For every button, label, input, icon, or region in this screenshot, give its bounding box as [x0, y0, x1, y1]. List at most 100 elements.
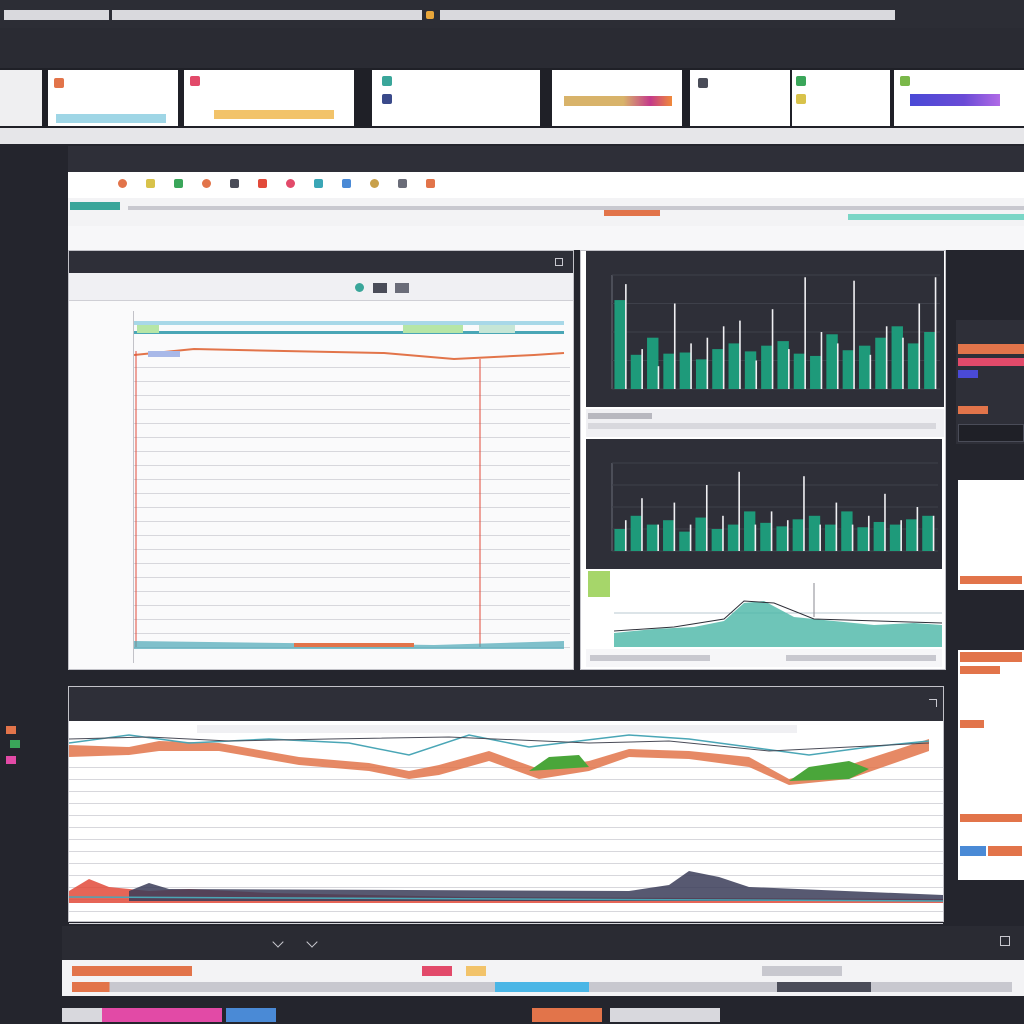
expand-icon[interactable] — [929, 699, 937, 707]
menu-item[interactable] — [310, 50, 400, 59]
property-chip[interactable] — [988, 846, 1022, 856]
table-icon[interactable] — [230, 179, 239, 188]
ribbon-group-label — [720, 78, 780, 87]
row-label — [73, 558, 131, 567]
menu-item[interactable] — [820, 50, 910, 59]
property-chip[interactable] — [958, 358, 1024, 366]
font-color-icon[interactable] — [190, 76, 200, 86]
footer-row — [62, 960, 1024, 996]
chart-icon[interactable] — [426, 179, 435, 188]
menu-item[interactable] — [208, 34, 298, 43]
left-sidebar — [0, 144, 62, 1024]
insert-icon[interactable] — [698, 78, 708, 88]
status-chip[interactable] — [102, 1008, 222, 1022]
menu-item[interactable] — [820, 34, 910, 43]
chevron-down-icon[interactable] — [272, 936, 284, 948]
scroll-strip[interactable] — [588, 423, 936, 429]
menu-item[interactable] — [718, 50, 808, 59]
status-chip[interactable] — [226, 1008, 276, 1022]
bar — [679, 531, 691, 551]
ribbon-group-6 — [690, 70, 790, 126]
collapse-icon[interactable] — [555, 258, 563, 266]
property-chip[interactable] — [958, 370, 978, 378]
chevron-down-icon[interactable] — [306, 936, 318, 948]
row-label — [73, 326, 131, 335]
bar — [695, 517, 707, 551]
property-chip[interactable] — [958, 406, 988, 414]
color-icon[interactable] — [174, 179, 183, 188]
bar — [841, 511, 853, 551]
menu-item[interactable] — [208, 50, 298, 59]
menu-item[interactable] — [718, 34, 808, 43]
formula-input[interactable] — [128, 206, 1024, 210]
property-chip[interactable] — [960, 720, 984, 728]
menu-item[interactable] — [106, 34, 196, 43]
menu-item[interactable] — [412, 50, 502, 59]
format-icon[interactable] — [382, 76, 392, 86]
status-chip[interactable] — [610, 1008, 720, 1022]
menu-item[interactable] — [4, 50, 94, 59]
format-toolbar — [68, 172, 1024, 198]
property-chip[interactable] — [960, 814, 1022, 822]
menu-item[interactable] — [514, 34, 604, 43]
property-chip[interactable] — [960, 652, 1022, 662]
menu-item[interactable] — [310, 34, 400, 43]
table-icon[interactable] — [382, 94, 392, 104]
scroll-strip[interactable] — [588, 413, 652, 419]
menu-item[interactable] — [4, 34, 94, 43]
color-scale-icon[interactable] — [900, 76, 910, 86]
main-panel-title — [77, 258, 277, 267]
italic-icon[interactable] — [370, 179, 379, 188]
highlight-marker — [148, 351, 180, 357]
footer-chip[interactable] — [466, 966, 486, 976]
sheet-area — [68, 226, 1024, 250]
footer-chip[interactable] — [762, 966, 842, 976]
menu-item[interactable] — [616, 50, 706, 59]
filter-icon[interactable] — [355, 283, 364, 292]
ribbon-group-7 — [792, 70, 890, 126]
row-label — [73, 384, 131, 393]
bold-icon[interactable] — [118, 179, 127, 188]
property-chip[interactable] — [960, 666, 1000, 674]
footer-title — [62, 938, 202, 947]
status-chip[interactable] — [62, 1008, 102, 1022]
bar — [614, 529, 626, 551]
filter-icon[interactable] — [258, 179, 267, 188]
zoom-icon[interactable] — [314, 179, 323, 188]
menu-item[interactable] — [616, 34, 706, 43]
close-icon[interactable] — [1000, 936, 1010, 946]
footer-chip[interactable] — [72, 966, 192, 976]
column-icon[interactable] — [373, 283, 387, 293]
property-field[interactable] — [958, 424, 1024, 442]
menu-item[interactable] — [106, 50, 196, 59]
footer-chip[interactable] — [422, 966, 452, 976]
property-chip[interactable] — [958, 344, 1024, 354]
menu-item[interactable] — [514, 50, 604, 59]
shape-icon[interactable] — [796, 94, 806, 104]
sort-icon[interactable] — [286, 179, 295, 188]
status-chip[interactable] — [532, 1008, 602, 1022]
row-label — [73, 543, 131, 552]
bold-icon[interactable] — [342, 179, 351, 188]
list-chip[interactable] — [960, 576, 1022, 584]
bar — [761, 345, 773, 389]
italic-icon[interactable] — [146, 179, 155, 188]
footer-header — [62, 926, 1024, 960]
row-label — [73, 500, 131, 509]
menu-item[interactable] — [412, 34, 502, 43]
menu-item[interactable] — [922, 50, 1012, 59]
chart-icon[interactable] — [796, 76, 806, 86]
color-icon[interactable] — [398, 179, 407, 188]
chart-icon[interactable] — [202, 179, 211, 188]
bar — [922, 515, 934, 551]
menu-item[interactable] — [922, 34, 1012, 43]
paste-icon[interactable] — [54, 78, 64, 88]
color-scale-bar[interactable] — [910, 94, 1000, 106]
ribbon-group-label — [56, 114, 166, 123]
column-icon[interactable] — [395, 283, 409, 293]
bar — [776, 526, 788, 551]
name-box[interactable] — [70, 202, 120, 210]
bar — [630, 354, 643, 389]
property-chip[interactable] — [960, 846, 986, 856]
style-gallery[interactable] — [564, 96, 672, 106]
